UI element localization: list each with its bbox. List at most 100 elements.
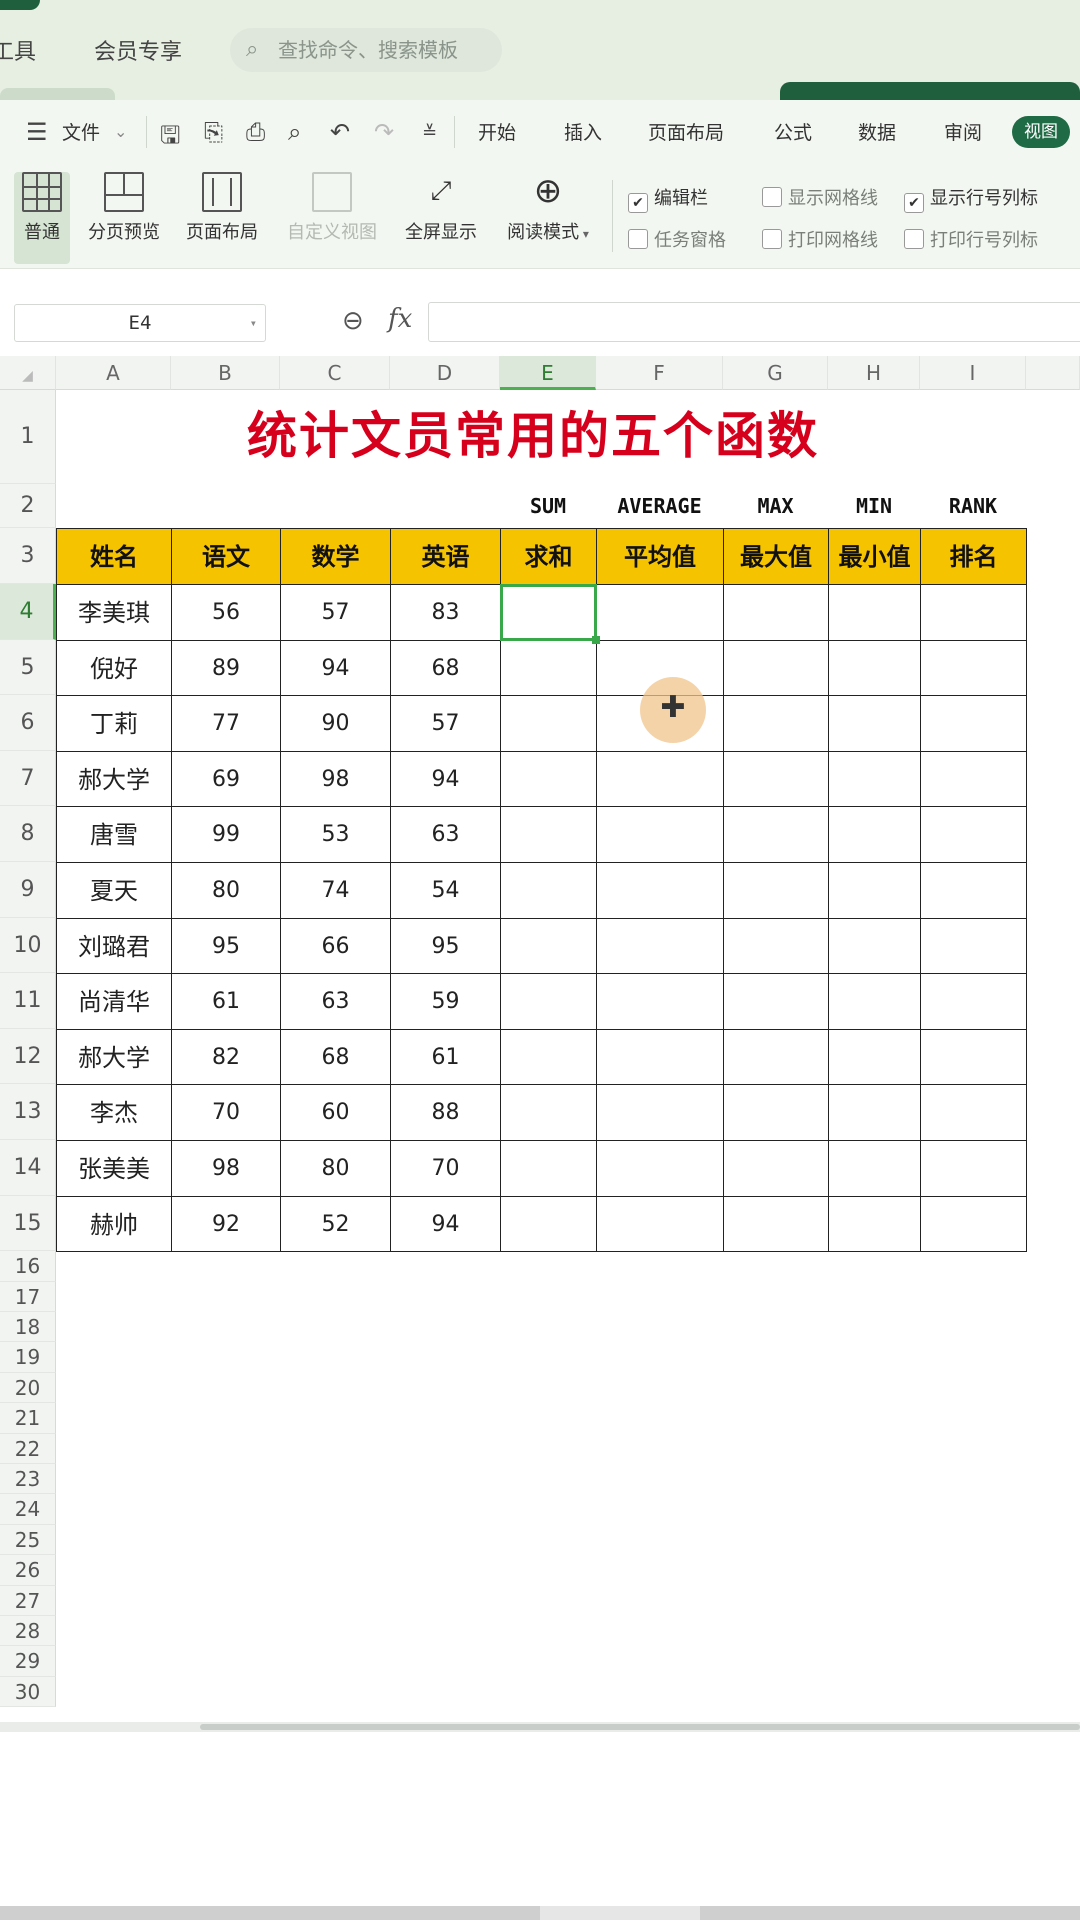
table-cell[interactable]	[723, 1195, 829, 1253]
table-cell[interactable]	[920, 750, 1027, 808]
table-cell[interactable]: 66	[280, 917, 391, 975]
table-cell[interactable]: 52	[280, 1195, 391, 1253]
table-cell[interactable]: 88	[390, 1084, 501, 1141]
tab-review[interactable]: 审阅	[944, 118, 982, 145]
row-header-30[interactable]: 30	[0, 1676, 56, 1708]
table-cell[interactable]: 92	[171, 1195, 281, 1253]
table-cell[interactable]	[723, 1140, 829, 1197]
custom-view-button[interactable]: 自定义视图	[280, 172, 384, 244]
name-cell[interactable]: 倪好	[56, 639, 172, 697]
print-icon[interactable]: ⎙	[246, 118, 265, 146]
table-cell[interactable]: 80	[280, 1140, 391, 1197]
tab-page-layout[interactable]: 页面布局	[648, 118, 724, 145]
row-header-10[interactable]: 10	[0, 917, 56, 974]
print-gridlines-checkbox[interactable]: 打印网格线	[762, 226, 878, 252]
table-cell[interactable]: 57	[390, 695, 501, 752]
table-cell[interactable]	[723, 695, 829, 752]
table-cell[interactable]: 74	[280, 862, 391, 919]
table-cell[interactable]	[920, 639, 1027, 697]
column-header-e[interactable]: E	[500, 356, 596, 390]
table-cell[interactable]: 70	[390, 1140, 501, 1197]
row-header-25[interactable]: 25	[0, 1524, 56, 1556]
table-cell[interactable]	[500, 750, 597, 808]
file-menu[interactable]: 文件	[62, 118, 100, 145]
table-cell[interactable]: 69	[171, 750, 281, 808]
table-cell[interactable]	[828, 584, 921, 641]
column-header-c[interactable]: C	[280, 356, 390, 390]
table-cell[interactable]	[500, 1028, 597, 1086]
show-headers-checkbox[interactable]: ✔ 显示行号列标	[904, 184, 1038, 213]
column-header-g[interactable]: G	[723, 356, 828, 390]
table-cell[interactable]: 57	[280, 584, 391, 641]
function-icon[interactable]: fx	[388, 304, 412, 334]
table-cell[interactable]	[828, 1195, 921, 1253]
table-cell[interactable]	[723, 750, 829, 808]
table-cell[interactable]	[596, 1195, 724, 1253]
column-header-h[interactable]: H	[828, 356, 920, 390]
normal-view-button[interactable]: 普通	[14, 172, 70, 264]
table-cell[interactable]	[920, 1140, 1027, 1197]
more-icon[interactable]: ≚	[422, 122, 437, 143]
table-cell[interactable]	[723, 1084, 829, 1141]
row-header-1[interactable]: 1	[0, 390, 56, 484]
table-cell[interactable]: 61	[171, 973, 281, 1030]
row-header-11[interactable]: 11	[0, 973, 56, 1029]
column-header-b[interactable]: B	[171, 356, 280, 390]
name-cell[interactable]: 李杰	[56, 1084, 172, 1141]
table-cell[interactable]	[500, 1195, 597, 1253]
table-cell[interactable]: 94	[390, 750, 501, 808]
table-cell[interactable]	[920, 695, 1027, 752]
row-header-28[interactable]: 28	[0, 1616, 56, 1647]
row-header-17[interactable]: 17	[0, 1281, 56, 1312]
table-cell[interactable]	[500, 1140, 597, 1197]
table-cell[interactable]: 54	[390, 862, 501, 919]
table-cell[interactable]: 53	[280, 806, 391, 863]
row-header-4[interactable]: 4	[0, 584, 56, 640]
row-header-7[interactable]: 7	[0, 750, 56, 807]
table-cell[interactable]	[596, 1084, 724, 1141]
tab-data[interactable]: 数据	[858, 118, 896, 145]
name-box[interactable]: E4 ▾	[14, 304, 266, 342]
table-cell[interactable]	[723, 1028, 829, 1086]
table-cell[interactable]	[500, 639, 597, 697]
table-cell[interactable]	[723, 917, 829, 975]
table-cell[interactable]: 82	[171, 1028, 281, 1086]
export-icon[interactable]: ⎘	[204, 118, 223, 146]
row-header-13[interactable]: 13	[0, 1084, 56, 1140]
row-header-26[interactable]: 26	[0, 1555, 56, 1586]
table-cell[interactable]	[920, 862, 1027, 919]
table-cell[interactable]	[920, 973, 1027, 1030]
row-header-27[interactable]: 27	[0, 1585, 56, 1616]
table-cell[interactable]: 95	[171, 917, 281, 975]
show-gridlines-checkbox[interactable]: 显示网格线	[762, 184, 878, 210]
table-cell[interactable]	[723, 862, 829, 919]
table-cell[interactable]: 95	[390, 917, 501, 975]
name-cell[interactable]: 郝大学	[56, 1028, 172, 1086]
table-cell[interactable]	[828, 1028, 921, 1086]
table-cell[interactable]	[828, 639, 921, 697]
table-cell[interactable]	[723, 973, 829, 1030]
table-cell[interactable]	[723, 806, 829, 863]
table-cell[interactable]: 77	[171, 695, 281, 752]
table-cell[interactable]	[920, 1028, 1027, 1086]
redo-icon[interactable]: ↷	[374, 118, 394, 146]
table-cell[interactable]	[828, 917, 921, 975]
table-cell[interactable]	[920, 806, 1027, 863]
row-header-12[interactable]: 12	[0, 1028, 56, 1085]
table-cell[interactable]: 83	[390, 584, 501, 641]
table-cell[interactable]	[500, 695, 597, 752]
table-cell[interactable]	[596, 584, 724, 641]
table-cell[interactable]: 98	[280, 750, 391, 808]
menu-tools[interactable]: 工具	[0, 34, 36, 66]
row-header-23[interactable]: 23	[0, 1464, 56, 1495]
horizontal-scrollbar[interactable]	[0, 1722, 1080, 1732]
row-header-6[interactable]: 6	[0, 695, 56, 751]
table-cell[interactable]: 99	[171, 806, 281, 863]
table-cell[interactable]: 98	[171, 1140, 281, 1197]
zoom-icon[interactable]: ⊖	[342, 306, 364, 336]
page-break-preview-button[interactable]: 分页预览	[82, 172, 166, 244]
tab-view[interactable]: 视图	[1012, 116, 1070, 148]
table-cell[interactable]	[920, 1195, 1027, 1253]
table-cell[interactable]: 94	[390, 1195, 501, 1253]
table-cell[interactable]: 61	[390, 1028, 501, 1086]
